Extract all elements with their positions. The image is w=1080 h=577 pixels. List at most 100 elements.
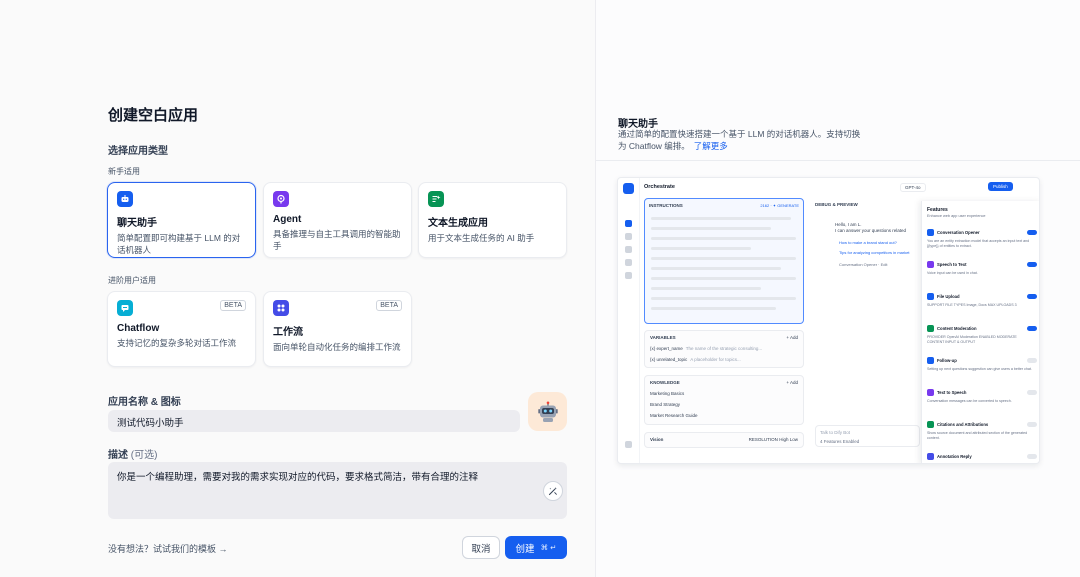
app-type-card-text-generation[interactable]: 文本生成应用 用于文本生成任务的 AI 助手 xyxy=(418,182,567,258)
try-templates-link[interactable]: 没有想法？试试我们的模板 → xyxy=(108,542,228,555)
preview-nav-icon xyxy=(625,259,632,266)
preview-nav-icon xyxy=(625,246,632,253)
preview-feature-icon xyxy=(927,293,934,300)
description-textarea[interactable]: 你是一个编程助理，需要对我的需求实现对应的代码，要求格式简洁，带有合理的注释 xyxy=(108,462,567,519)
preview-low-option: Low xyxy=(789,437,798,442)
preview-variable-desc: A placeholder for topics... xyxy=(690,357,741,362)
preview-app-logo xyxy=(623,183,634,194)
preview-feature-toggle xyxy=(1027,294,1037,299)
preview-publish-button: Publish xyxy=(988,182,1013,191)
preview-feature-toggle xyxy=(1027,230,1037,235)
preview-feature-name: Citations and Attributions xyxy=(937,422,989,427)
create-button[interactable]: 创建 ⌘ ↵ xyxy=(505,536,567,559)
preview-feature-toggle xyxy=(1027,422,1037,427)
preview-vision-box: Vision RESOLUTION High Low xyxy=(644,432,804,448)
preview-text-line xyxy=(651,237,796,240)
beta-badge: BETA xyxy=(220,300,246,311)
card-name: 聊天助手 xyxy=(117,218,157,229)
preview-variable-desc: The name of the strategic consulting... xyxy=(685,346,763,351)
keyboard-shortcut-icon: ⌘ ↵ xyxy=(540,543,557,552)
card-name: Agent xyxy=(273,214,302,225)
preview-text-line xyxy=(651,247,751,250)
preview-knowledge-row: Market Research Guide xyxy=(650,413,698,418)
preview-feature-desc: Setting up next questions suggestion can… xyxy=(927,367,1032,371)
preview-text-line xyxy=(651,217,791,220)
preview-high-option: High xyxy=(779,437,789,442)
preview-feature-toggle xyxy=(1027,326,1037,331)
preview-feature-toggle xyxy=(1027,262,1037,267)
arrow-right-icon: → xyxy=(218,544,228,554)
preview-greeting-line: I can answer your questions related xyxy=(835,228,907,233)
preview-feature-name: Content Moderation xyxy=(937,326,977,331)
preview-suggestion: How to make a brand stand out? xyxy=(839,240,897,245)
card-name: 文本生成应用 xyxy=(428,218,488,229)
preview-text-line xyxy=(651,307,776,310)
card-name: 工作流 xyxy=(273,327,303,338)
preview-feature-desc: Conversation messages can be converted t… xyxy=(927,399,1012,403)
preview-sidebar xyxy=(618,178,640,463)
cancel-button[interactable]: 取消 xyxy=(462,536,500,559)
app-name-input[interactable]: 测试代码小助手 xyxy=(108,410,520,432)
card-desc: 用于文本生成任务的 AI 助手 xyxy=(428,233,535,243)
preview-variables-box: VARIABLES + Add {x} expert_name The name … xyxy=(644,330,804,368)
preview-features-title: Features xyxy=(927,207,948,213)
app-type-card-agent[interactable]: Agent 具备推理与自主工具调用的智能助手 xyxy=(263,182,412,258)
preview-orchestrate-title: Orchestrate xyxy=(644,184,675,190)
preview-description: 通过简单的配置快速搭建一个基于 LLM 的对话机器人。支持切换为 Chatflo… xyxy=(618,128,868,152)
preview-variables-label: VARIABLES xyxy=(650,335,676,340)
preview-edit-text: Edit xyxy=(880,262,888,267)
preview-feature-name: Annotation Reply xyxy=(937,454,972,459)
dialog-title: 创建空白应用 xyxy=(108,107,199,124)
preview-nav-icon xyxy=(625,441,632,448)
preview-model-selector: GPT-4o xyxy=(900,183,926,192)
preview-feature-toggle xyxy=(1027,358,1037,363)
preview-text-line xyxy=(651,287,761,290)
preview-text-line xyxy=(651,277,796,280)
description-label-text: 描述 xyxy=(108,450,128,461)
app-type-card-workflow[interactable]: BETA 工作流 面向单轮自动化任务的编排工作流 xyxy=(263,291,412,367)
preview-feature-desc: Voice input can be used in chat. xyxy=(927,271,978,275)
preview-knowledge-box: KNOWLEDGE + Add Marketing Basics Brand S… xyxy=(644,375,804,425)
preview-chat-placeholder: Talk to Dify Bot xyxy=(820,430,851,435)
preview-feature-name: Text to Speech xyxy=(937,390,967,395)
preview-feature-desc: You are an entity extraction model that … xyxy=(927,239,1030,248)
card-desc: 支持记忆的复杂多轮对话工作流 xyxy=(117,338,237,348)
preview-feature-icon xyxy=(927,357,934,364)
preview-description-text: 通过简单的配置快速搭建一个基于 LLM 的对话机器人。支持切换为 Chatflo… xyxy=(618,129,861,151)
app-icon-picker[interactable] xyxy=(528,392,567,431)
learn-more-link[interactable]: 了解更多 xyxy=(694,141,728,151)
card-name: Chatflow xyxy=(117,323,160,334)
preview-suggestion: Tips for analyzing competitors in market xyxy=(839,250,910,255)
card-desc: 面向单轮自动化任务的编排工作流 xyxy=(273,342,401,352)
preview-opener-text: Conversation Opener xyxy=(839,262,878,267)
preview-feature-icon xyxy=(927,453,934,460)
preview-feature-icon xyxy=(927,421,934,428)
create-dialog-panel: 创建空白应用 选择应用类型 新手适用 聊天助手 简单配置即可构建基于 LLM 的… xyxy=(0,0,596,577)
preview-feature-icon xyxy=(927,325,934,332)
preview-feature-toggle xyxy=(1027,454,1037,459)
workflow-icon xyxy=(273,300,289,316)
chat-bot-icon xyxy=(117,191,133,207)
preview-resolution: RESOLUTION High Low xyxy=(749,437,798,442)
text-generation-icon xyxy=(428,191,444,207)
preview-feature-icon xyxy=(927,229,934,236)
name-icon-label: 应用名称 & 图标 xyxy=(108,397,181,408)
app-preview-screenshot: Orchestrate GPT-4o Publish INSTRUCTIONS … xyxy=(617,177,1040,464)
card-desc: 简单配置即可构建基于 LLM 的对话机器人 xyxy=(117,233,241,255)
preview-nav-icon xyxy=(625,220,632,227)
preview-variable-row: {x} expert_name The name of the strategic… xyxy=(650,346,762,351)
preview-opener-tag: Conversation Opener · Edit xyxy=(839,262,888,267)
preview-text-line xyxy=(651,267,781,270)
chatflow-icon xyxy=(117,300,133,316)
preview-add-button: + Add xyxy=(786,380,798,385)
preview-knowledge-row: Marketing Basics xyxy=(650,391,685,396)
card-desc: 具备推理与自主工具调用的智能助手 xyxy=(273,229,401,251)
preview-feature-icon xyxy=(927,389,934,396)
generate-description-button[interactable] xyxy=(543,481,563,501)
agent-icon xyxy=(273,191,289,207)
robot-emoji-icon xyxy=(537,401,558,422)
app-type-card-chatbot[interactable]: 聊天助手 简单配置即可构建基于 LLM 的对话机器人 xyxy=(107,182,256,258)
app-type-card-chatflow[interactable]: BETA Chatflow 支持记忆的复杂多轮对话工作流 xyxy=(107,291,256,367)
preview-generate-text: GENERATE xyxy=(777,203,799,208)
beginner-group-label: 新手适用 xyxy=(108,167,140,176)
